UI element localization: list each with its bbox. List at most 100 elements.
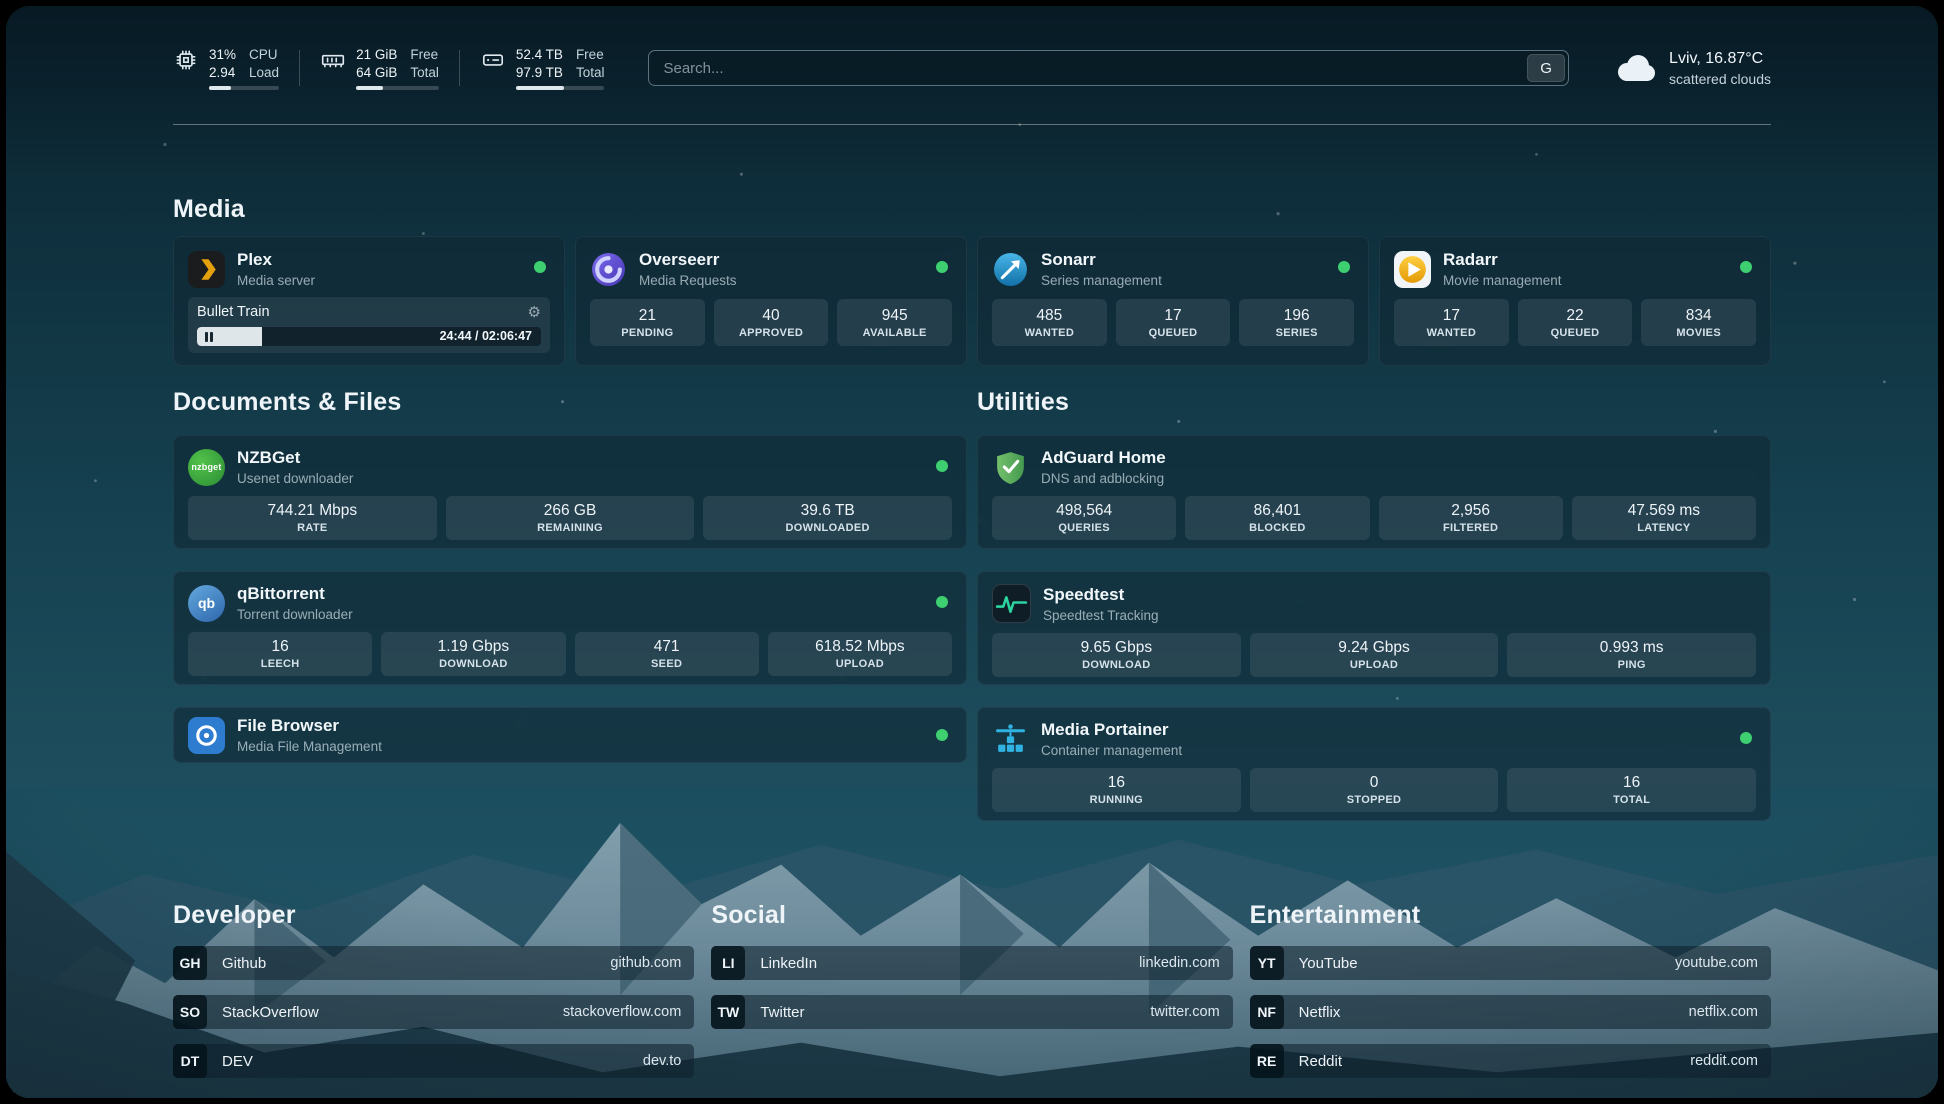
service-card-nzbget[interactable]: nzbget NZBGet Usenet downloader 744.21 M… xyxy=(173,435,967,549)
status-dot xyxy=(1740,261,1752,273)
dev-abbr-icon: DT xyxy=(173,1044,207,1078)
bookmark-url: github.com xyxy=(610,955,681,971)
service-card-speedtest[interactable]: Speedtest Speedtest Tracking 9.65 Gbps D… xyxy=(977,571,1771,685)
developer-column: Developer GH Github github.com SO StackO… xyxy=(173,901,694,1078)
bookmark-name: Twitter xyxy=(760,1004,804,1021)
status-dot xyxy=(1338,261,1350,273)
pause-icon[interactable] xyxy=(205,332,213,342)
search-bar: G xyxy=(648,50,1569,86)
bookmark-url: twitter.com xyxy=(1150,1004,1219,1020)
search-engine-button[interactable]: G xyxy=(1527,54,1565,82)
stat-download: 1.19 Gbps DOWNLOAD xyxy=(381,632,565,676)
gear-icon[interactable]: ⚙︎ xyxy=(528,305,541,320)
stat-filtered: 2,956 FILTERED xyxy=(1379,496,1563,540)
bookmark-netflix[interactable]: NF Netflix netflix.com xyxy=(1250,995,1771,1029)
stat-queued: 17 QUEUED xyxy=(1116,299,1231,346)
nzbget-icon: nzbget xyxy=(188,449,225,486)
service-card-sonarr[interactable]: Sonarr Series management 485 WANTED 17 Q… xyxy=(977,236,1369,366)
storage-free-value: 52.4 TB xyxy=(516,46,563,64)
stat-blocked: 86,401 BLOCKED xyxy=(1185,496,1369,540)
plex-icon xyxy=(188,251,225,288)
cpu-progress-bar xyxy=(209,86,279,90)
bookmark-url: stackoverflow.com xyxy=(563,1004,681,1020)
stat-download: 9.65 Gbps DOWNLOAD xyxy=(992,633,1241,677)
stat-wanted: 17 WANTED xyxy=(1394,299,1509,346)
service-name: NZBGet xyxy=(237,448,353,468)
service-subtitle: Speedtest Tracking xyxy=(1043,608,1159,623)
bookmark-stackoverflow[interactable]: SO StackOverflow stackoverflow.com xyxy=(173,995,694,1029)
twitter-abbr-icon: TW xyxy=(711,995,745,1029)
bookmark-youtube[interactable]: YT YouTube youtube.com xyxy=(1250,946,1771,980)
bookmark-linkedin[interactable]: LI LinkedIn linkedin.com xyxy=(711,946,1232,980)
stat-available: 945 AVAILABLE xyxy=(837,299,952,346)
storage-free-label: Free xyxy=(576,46,605,64)
radarr-icon xyxy=(1394,251,1431,288)
stat-upload: 9.24 Gbps UPLOAD xyxy=(1250,633,1499,677)
status-dot xyxy=(534,261,546,273)
section-title-social: Social xyxy=(711,901,1232,930)
bookmark-reddit[interactable]: RE Reddit reddit.com xyxy=(1250,1044,1771,1078)
bookmark-name: LinkedIn xyxy=(760,955,817,972)
cpu-load-value: 2.94 xyxy=(209,64,236,82)
bookmark-name: Github xyxy=(222,955,266,972)
middle-columns: Documents & Files nzbget NZBGet Usenet d… xyxy=(173,366,1771,843)
storage-total-value: 97.9 TB xyxy=(516,64,563,82)
storage-progress-bar xyxy=(516,86,605,90)
top-bar: 31% 2.94 CPU Load xyxy=(173,42,1771,94)
sonarr-icon xyxy=(992,251,1029,288)
dashboard-screen: 31% 2.94 CPU Load xyxy=(6,6,1938,1098)
disk-icon xyxy=(480,47,506,73)
bookmark-twitter[interactable]: TW Twitter twitter.com xyxy=(711,995,1232,1029)
service-card-radarr[interactable]: Radarr Movie management 17 WANTED 22 QUE… xyxy=(1379,236,1771,366)
service-name: qBittorrent xyxy=(237,584,353,604)
stat-running: 16 RUNNING xyxy=(992,768,1241,812)
cpu-chip-icon xyxy=(173,47,199,73)
service-card-overseerr[interactable]: Overseerr Media Requests 21 PENDING 40 A… xyxy=(575,236,967,366)
service-name: Speedtest xyxy=(1043,585,1159,605)
memory-free-label: Free xyxy=(410,46,439,64)
storage-total-label: Total xyxy=(576,64,605,82)
service-card-qbittorrent[interactable]: qb qBittorrent Torrent downloader 16 LEE… xyxy=(173,571,967,685)
section-title-documents: Documents & Files xyxy=(173,388,967,417)
portainer-icon xyxy=(992,721,1029,758)
cpu-stat: 31% 2.94 CPU Load xyxy=(173,46,279,91)
service-name: Radarr xyxy=(1443,250,1562,270)
youtube-abbr-icon: YT xyxy=(1250,946,1284,980)
service-name: Overseerr xyxy=(639,250,737,270)
divider xyxy=(299,50,300,86)
cloud-icon xyxy=(1613,52,1657,84)
status-dot xyxy=(936,261,948,273)
status-dot xyxy=(936,596,948,608)
service-card-adguard[interactable]: AdGuard Home DNS and adblocking 498,564 … xyxy=(977,435,1771,549)
search-input[interactable] xyxy=(648,50,1569,86)
service-card-plex[interactable]: Plex Media server Bullet Train ⚙︎ 24:44 … xyxy=(173,236,565,366)
playback-progress-bar[interactable]: 24:44 / 02:06:47 xyxy=(197,327,541,346)
service-subtitle: Media server xyxy=(237,273,315,288)
stat-queries: 498,564 QUERIES xyxy=(992,496,1176,540)
service-subtitle: Usenet downloader xyxy=(237,471,353,486)
qbittorrent-icon: qb xyxy=(188,585,225,622)
bookmark-github[interactable]: GH Github github.com xyxy=(173,946,694,980)
service-name: File Browser xyxy=(237,716,382,736)
bookmark-name: StackOverflow xyxy=(222,1004,319,1021)
netflix-abbr-icon: NF xyxy=(1250,995,1284,1029)
service-card-portainer[interactable]: Media Portainer Container management 16 … xyxy=(977,707,1771,821)
service-subtitle: DNS and adblocking xyxy=(1041,471,1166,486)
bookmark-name: Reddit xyxy=(1299,1053,1342,1070)
playback-time: 24:44 / 02:06:47 xyxy=(440,327,532,346)
github-abbr-icon: GH xyxy=(173,946,207,980)
stat-approved: 40 APPROVED xyxy=(714,299,829,346)
bookmark-dev[interactable]: DT DEV dev.to xyxy=(173,1044,694,1078)
stat-series: 196 SERIES xyxy=(1239,299,1354,346)
bookmarks-grid: Developer GH Github github.com SO StackO… xyxy=(173,901,1771,1078)
bookmark-url: youtube.com xyxy=(1675,955,1758,971)
stat-latency: 47.569 ms LATENCY xyxy=(1572,496,1756,540)
service-card-filebrowser[interactable]: File Browser Media File Management xyxy=(173,707,967,763)
service-subtitle: Series management xyxy=(1041,273,1162,288)
weather-widget[interactable]: Lviv, 16.87°C scattered clouds xyxy=(1613,50,1771,87)
stat-rate: 744.21 Mbps RATE xyxy=(188,496,437,540)
stat-wanted: 485 WANTED xyxy=(992,299,1107,346)
memory-stat: 21 GiB 64 GiB Free Total xyxy=(320,46,439,91)
service-name: Sonarr xyxy=(1041,250,1162,270)
memory-total-label: Total xyxy=(410,64,439,82)
